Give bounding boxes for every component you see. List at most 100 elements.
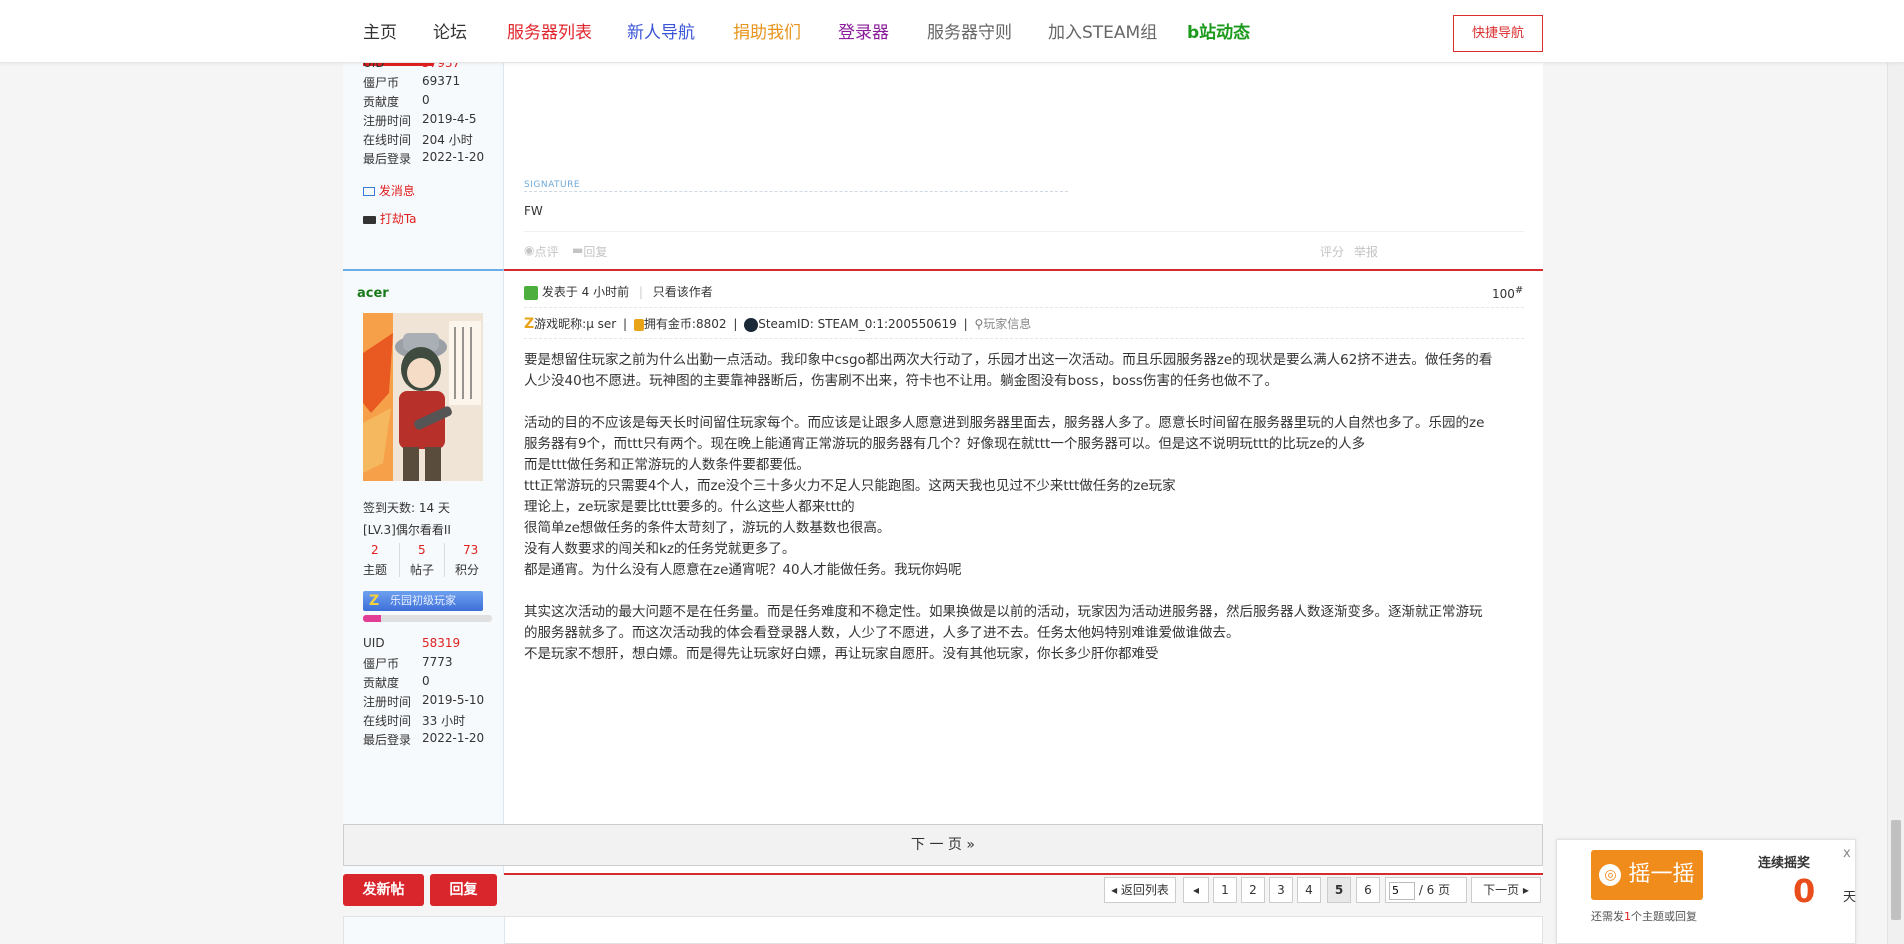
post-1: UID 37937 僵尸币 69371 贡献度 0 注册时间 2019-4-5 …: [343, 56, 1543, 269]
chevron-right-icon: ▸: [1522, 883, 1529, 897]
shake-days-count: 0: [1793, 872, 1816, 910]
nav-donate[interactable]: 捐助我们: [733, 22, 801, 44]
nav-server-list[interactable]: 服务器列表: [507, 22, 592, 44]
stat-value: 2019-4-5: [422, 112, 477, 126]
page-link[interactable]: 2: [1241, 877, 1265, 903]
next-page-bar[interactable]: 下 一 页 »: [343, 824, 1543, 866]
chevron-left-icon: ◂: [1192, 883, 1200, 897]
mail-icon: [363, 187, 375, 196]
z-logo-icon: Z: [524, 316, 535, 332]
stat-label: 僵尸币: [363, 657, 400, 671]
shake-lottery-widget: ◎ 摇一摇 还需发1个主题或回复 连续摇奖 x 0 天: [1556, 839, 1856, 944]
uid-value[interactable]: 58319: [422, 636, 460, 650]
player-info-line: Z游戏昵称:μ ser | 拥有金币:8802 | SteamID: STEAM…: [524, 316, 1032, 332]
stat-value: 204 小时: [422, 133, 473, 147]
topic-count[interactable]: 2: [371, 543, 379, 557]
post-text-line: 理论上，ze玩家是要比ttt要多的。什么这些人都来ttt的: [524, 499, 855, 515]
shake-icon: ◎: [1599, 864, 1622, 886]
shake-hint: 还需发1个主题或回复: [1591, 910, 1697, 923]
level-progress-bar: [363, 615, 492, 622]
stat-label: 贡献度: [363, 95, 400, 109]
page-jump: / 6 页: [1385, 877, 1467, 903]
send-message-label: 发消息: [378, 184, 415, 198]
page-link[interactable]: 1: [1213, 877, 1237, 903]
stat-label: 注册时间: [363, 114, 412, 128]
shake-button[interactable]: ◎ 摇一摇: [1591, 850, 1703, 900]
page-total: / 6 页: [1418, 883, 1451, 897]
header-divider: [524, 307, 1524, 308]
post-text-line: 人少没40也不愿进。玩神图的主要靠神器断后，伤害刷不出来，符卡也不让用。躺金图没…: [524, 373, 1278, 389]
reply-button[interactable]: 回复: [430, 874, 497, 906]
next-page-button[interactable]: 下一页 ▸: [1471, 877, 1541, 903]
stat-label: 最后登录: [363, 733, 412, 747]
page-link[interactable]: 6: [1356, 877, 1380, 903]
topic-count-label: 主题: [363, 563, 388, 577]
post-count[interactable]: 5: [418, 543, 426, 557]
posted-time: 发表于 4 小时前: [541, 285, 630, 299]
stat-label: 在线时间: [363, 133, 412, 147]
signature-label: SIGNATURE: [524, 180, 587, 190]
page-link[interactable]: 3: [1269, 877, 1293, 903]
page-current: 5: [1327, 877, 1351, 903]
user-level[interactable]: [LV.3]偶尔看看II: [363, 521, 451, 538]
nav-home[interactable]: 主页: [363, 22, 397, 44]
post-text-line: 很简单ze想做任务的条件太苛刻了，游玩的人数基数也很高。: [524, 520, 891, 536]
scrollbar-thumb[interactable]: [1891, 820, 1901, 920]
post-2-author-sidebar: acer 签到天数: 14 天 [LV.3]偶尔看看II 2 主题 5 帖子 7…: [343, 269, 504, 875]
stat-label: 注册时间: [363, 695, 412, 709]
back-to-list-button[interactable]: ◂ 返回列表: [1104, 877, 1176, 903]
post-2-body: 发表于 4 小时前 | 只看该作者 100# Z游戏昵称:μ ser | 拥有金…: [504, 271, 1543, 873]
thread-container: UID 37937 僵尸币 69371 贡献度 0 注册时间 2019-4-5 …: [343, 56, 1543, 943]
post-content: 要是想留住玩家之前为什么出勤一点活动。我印象中csgo都出两次大行动了，乐园才出…: [524, 350, 1529, 665]
quick-nav-button[interactable]: 快捷导航: [1453, 15, 1543, 52]
floor-number[interactable]: 100#: [1492, 285, 1523, 301]
post-text-line: 要是想留住玩家之前为什么出勤一点活动。我印象中csgo都出两次大行动了，乐园才出…: [524, 352, 1493, 368]
info-divider: [524, 338, 1524, 339]
page-link[interactable]: 4: [1297, 877, 1321, 903]
nav-server-rules[interactable]: 服务器守则: [927, 22, 1012, 44]
scrollbar[interactable]: [1887, 0, 1904, 944]
send-message-link[interactable]: 发消息: [363, 182, 415, 199]
nav-bilibili[interactable]: b站动态: [1187, 22, 1250, 44]
rob-label: 打劫Ta: [379, 212, 417, 226]
avatar[interactable]: [363, 313, 483, 481]
player-info-link[interactable]: 玩家信息: [983, 317, 1031, 331]
stat-label: 贡献度: [363, 676, 400, 690]
rate-button[interactable]: 评分: [1320, 243, 1344, 260]
signature-text: FW: [524, 204, 543, 218]
author-name[interactable]: acer: [357, 286, 389, 301]
stat-value: 2022-1-20: [422, 731, 485, 745]
uid-label: UID: [363, 636, 385, 650]
signature-divider: [524, 180, 1068, 192]
rob-link[interactable]: 打劫Ta: [363, 210, 417, 227]
shake-title: 连续摇奖: [1758, 856, 1811, 871]
post-text-line: 而是ttt做任务和正常游玩的人数条件要都要低。: [524, 457, 810, 473]
stat-label: 在线时间: [363, 714, 412, 728]
author-only-link[interactable]: 只看该作者: [653, 285, 713, 299]
close-icon[interactable]: x: [1843, 846, 1851, 861]
stat-value: 2019-5-10: [422, 693, 485, 707]
nav-launcher[interactable]: 登录器: [838, 22, 889, 44]
nav-join-steam-group[interactable]: 加入STEAM组: [1048, 22, 1157, 44]
points-count[interactable]: 73: [463, 543, 478, 557]
post-1-author-sidebar: UID 37937 僵尸币 69371 贡献度 0 注册时间 2019-4-5 …: [343, 56, 504, 269]
nav-forum[interactable]: 论坛: [433, 22, 467, 44]
reply-button[interactable]: ▬ 回复: [572, 243, 607, 259]
post-count-label: 帖子: [410, 563, 435, 577]
prev-page-button[interactable]: ◂: [1183, 877, 1209, 903]
next-post-peek: [343, 916, 1543, 944]
comment-button[interactable]: ◉ 点评: [524, 243, 559, 259]
page-jump-input[interactable]: [1389, 881, 1415, 900]
new-post-button[interactable]: 发新帖: [343, 874, 424, 906]
stat-value: 2022-1-20: [422, 150, 485, 164]
stat-value: 7773: [422, 655, 453, 669]
post-text-line: 其实这次活动的最大问题不是在任务量。而是任务难度和不稳定性。如果换做是以前的活动…: [524, 604, 1483, 620]
report-button[interactable]: 举报: [1354, 243, 1378, 260]
level-progress-fill: [363, 615, 382, 622]
post-text-line: 活动的目的不应该是每天长时间留住玩家每个。而应该是让跟多人愿意进到服务器里面去，…: [524, 415, 1485, 431]
post-text-line: 服务器有9个，而ttt只有两个。现在晚上能通宵正常游玩的服务器有几个？好像现在就…: [524, 436, 1366, 452]
post-1-body: SIGNATURE FW ◉ 点评 ▬ 回复 评分 举报: [504, 63, 1543, 269]
nav-newbie-guide[interactable]: 新人导航: [627, 22, 695, 44]
steam-icon: [744, 317, 759, 332]
stat-value: 0: [422, 674, 430, 688]
